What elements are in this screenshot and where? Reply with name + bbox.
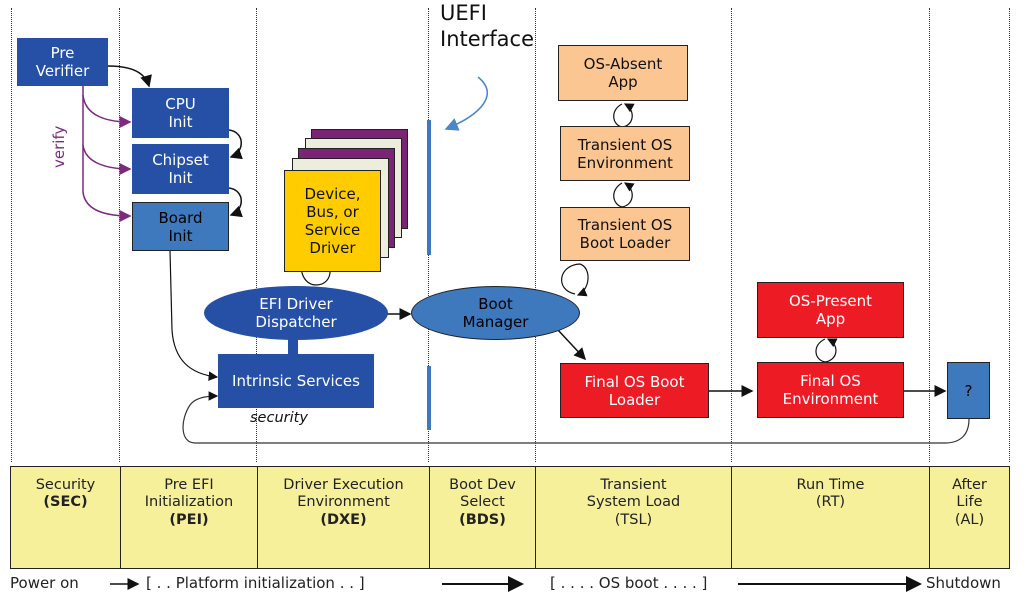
footer-os-boot: [ . . . . OS boot . . . . ] (550, 574, 708, 592)
footer-platform-init: [ . . Platform initialization . . ] (146, 574, 365, 592)
footer-shutdown: Shutdown (926, 574, 1001, 592)
footer-arrows (110, 576, 922, 592)
